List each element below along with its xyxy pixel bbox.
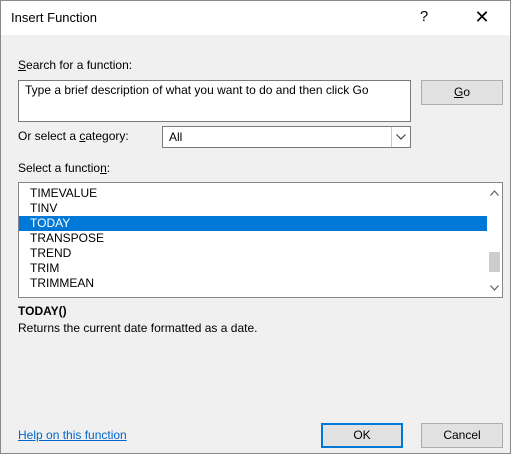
close-button[interactable]: ✕ <box>459 4 505 32</box>
category-label-after: ategory: <box>85 129 129 143</box>
function-list-item[interactable]: TRANSPOSE <box>19 231 489 246</box>
function-list-label: Select a function: <box>18 161 110 175</box>
function-list-item[interactable]: TREND <box>19 246 489 261</box>
go-button-accel: G <box>453 85 464 99</box>
help-on-function-link[interactable]: Help on this function <box>18 428 127 442</box>
search-label-text: earch for a function: <box>26 58 133 72</box>
function-list-item[interactable]: TODAY <box>19 216 489 231</box>
scroll-up-arrow-icon[interactable] <box>487 185 502 200</box>
scroll-thumb[interactable] <box>489 252 500 272</box>
close-icon: ✕ <box>474 7 490 27</box>
category-label-before: Or select a <box>18 129 80 143</box>
function-list-label-before: Select a functio <box>18 161 101 175</box>
function-list-items: TIMEVALUE TINV TODAY TRANSPOSE TREND TRIM TRIM… <box>19 186 489 291</box>
go-button-text: o <box>463 85 471 99</box>
function-signature: TODAY() <box>18 304 67 318</box>
ok-button[interactable]: OK <box>321 423 403 448</box>
insert-function-dialog: Insert Function ? ✕ Search for a functio… <box>0 0 511 454</box>
question-mark-icon: ? <box>419 8 429 25</box>
cancel-button[interactable]: Cancel <box>421 423 503 448</box>
chevron-down-icon[interactable] <box>391 127 410 147</box>
category-selected-value: All <box>169 130 183 144</box>
title-bar: Insert Function ? ✕ <box>1 1 510 35</box>
scroll-down-arrow-icon[interactable] <box>487 280 502 295</box>
function-list-label-accel: n <box>100 161 107 175</box>
function-list-item[interactable]: TIMEVALUE <box>19 186 489 201</box>
go-button[interactable]: Go <box>421 80 503 105</box>
search-label: Search for a function: <box>18 58 132 72</box>
function-list-label-after: : <box>106 161 111 175</box>
scroll-track[interactable] <box>489 202 500 278</box>
function-description: Returns the current date formatted as a … <box>18 321 258 335</box>
function-list[interactable]: TIMEVALUE TINV TODAY TRANSPOSE TREND TRIM TRIM… <box>18 182 503 298</box>
category-label: Or select a category: <box>18 129 129 143</box>
help-button[interactable]: ? <box>401 4 447 32</box>
dialog-title: Insert Function <box>11 10 97 25</box>
search-input-text: Type a brief description of what you wan… <box>25 83 369 97</box>
function-list-item[interactable]: TINV <box>19 201 489 216</box>
category-select[interactable]: All <box>162 126 411 148</box>
function-list-item[interactable]: TRIMMEAN <box>19 276 489 291</box>
search-input[interactable]: Type a brief description of what you wan… <box>18 80 411 122</box>
function-list-item[interactable]: TRIM <box>19 261 489 276</box>
search-label-accel: S <box>18 58 27 72</box>
function-list-scrollbar[interactable] <box>487 183 502 297</box>
